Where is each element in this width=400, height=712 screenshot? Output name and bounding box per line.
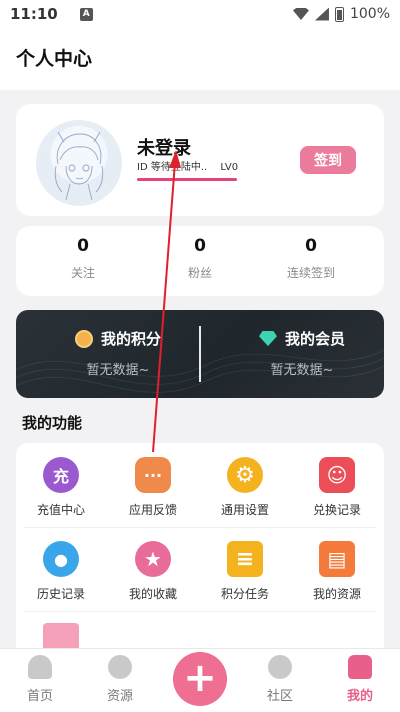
chat-bubble-icon: ··· [135,457,171,493]
func-label: 积分任务 [220,587,269,601]
func-redeem-records[interactable]: ☺ 兑换记录 [292,457,382,518]
plus-icon: + [183,654,217,701]
func-label: 历史记录 [36,587,85,601]
functions-card: 充 充值中心 ··· 应用反馈 ⚙ 通用设置 ☺ 兑换记录 ● 历史记录 ★ 我… [16,443,384,653]
func-label: 应用反馈 [128,503,177,517]
row-divider [24,611,376,612]
status-bar: 11:10 A 100% [0,0,400,28]
user-id-prefix: ID [137,162,148,173]
points-value: 暂无数据~ [86,363,150,378]
func-label: 兑换记录 [312,503,361,517]
stat-followers[interactable]: 0 粉丝 [145,236,255,281]
func-general-settings[interactable]: ⚙ 通用设置 [200,457,290,518]
stat-checkin-streak[interactable]: 0 连续签到 [256,236,366,281]
vip-card: 我的积分 暂无数据~ 我的会员 暂无数据~ [16,310,384,398]
drawer-icon: ▤ [319,541,355,577]
avatar[interactable] [36,120,122,206]
tab-label: 我的 [346,689,373,704]
battery-icon [334,6,344,22]
status-right: 100% [292,6,390,22]
footprint-icon: ● [43,541,79,577]
battery-level: 100% [349,6,390,22]
user-level: LV0 [220,162,239,173]
login-status: 等待登陆中.. [150,162,208,173]
func-my-resources[interactable]: ▤ 我的资源 [292,541,382,602]
membership-title: 我的会员 [284,330,345,348]
func-history[interactable]: ● 历史记录 [16,541,106,602]
status-time: 11:10 [10,5,58,23]
star-icon: ★ [135,541,171,577]
stat-label: 粉丝 [187,266,212,280]
tab-label: 资源 [106,689,133,704]
tab-label: 社区 [266,689,293,704]
func-my-favorites[interactable]: ★ 我的收藏 [108,541,198,602]
signin-button[interactable]: 签到 [300,146,356,174]
layers-icon: ≡ [227,541,263,577]
user-icon [348,655,372,679]
smile-box-icon: ☺ [319,457,355,493]
user-id-line: ID 等待登陆中.. LV0 [137,158,238,173]
func-label: 充值中心 [36,503,85,517]
func-points-tasks[interactable]: ≡ 积分任务 [200,541,290,602]
stat-value: 0 [77,236,89,256]
stat-value: 0 [305,236,317,256]
stat-following[interactable]: 0 关注 [28,236,138,281]
tab-home[interactable]: 首页 [10,655,70,704]
functions-title: 我的功能 [22,414,83,432]
my-points-button[interactable]: 我的积分 暂无数据~ [38,328,198,378]
vip-divider [199,326,201,382]
stat-value: 0 [194,236,206,256]
signal-icon [314,7,329,21]
username-label[interactable]: 未登录 [137,134,191,160]
points-title: 我的积分 [100,330,161,348]
page-header: 个人中心 [0,28,400,90]
ghost-icon [28,655,52,679]
stat-label: 连续签到 [286,266,335,280]
func-recharge-center[interactable]: 充 充值中心 [16,457,106,518]
func-label: 我的资源 [312,587,361,601]
membership-value: 暂无数据~ [270,363,334,378]
func-label: 我的收藏 [128,587,177,601]
recharge-icon: 充 [43,457,79,493]
my-membership-button[interactable]: 我的会员 暂无数据~ [222,328,382,378]
gamepad-icon [108,655,132,679]
func-label: 通用设置 [220,503,269,517]
row-divider [24,527,376,528]
profile-card[interactable]: 未登录 ID 等待登陆中.. LV0 签到 [16,104,384,216]
tab-resources[interactable]: 资源 [90,655,150,704]
page-title: 个人中心 [16,48,93,70]
func-app-feedback[interactable]: ··· 应用反馈 [108,457,198,518]
gear-icon: ⚙ [227,457,263,493]
tab-community[interactable]: 社区 [250,655,310,704]
tab-mine[interactable]: 我的 [330,655,390,704]
wifi-icon [292,8,309,20]
notification-icon: A [79,7,93,21]
chat-icon [268,655,292,679]
stat-label: 关注 [70,266,95,280]
coin-icon [74,329,93,348]
tab-label: 首页 [26,689,53,704]
anime-girl-sketch-icon [54,131,104,201]
publish-plus-button[interactable]: + [173,652,227,706]
stats-card: 0 关注 0 粉丝 0 连续签到 [16,226,384,296]
diamond-icon [258,331,277,346]
level-progress-bar [137,178,237,181]
